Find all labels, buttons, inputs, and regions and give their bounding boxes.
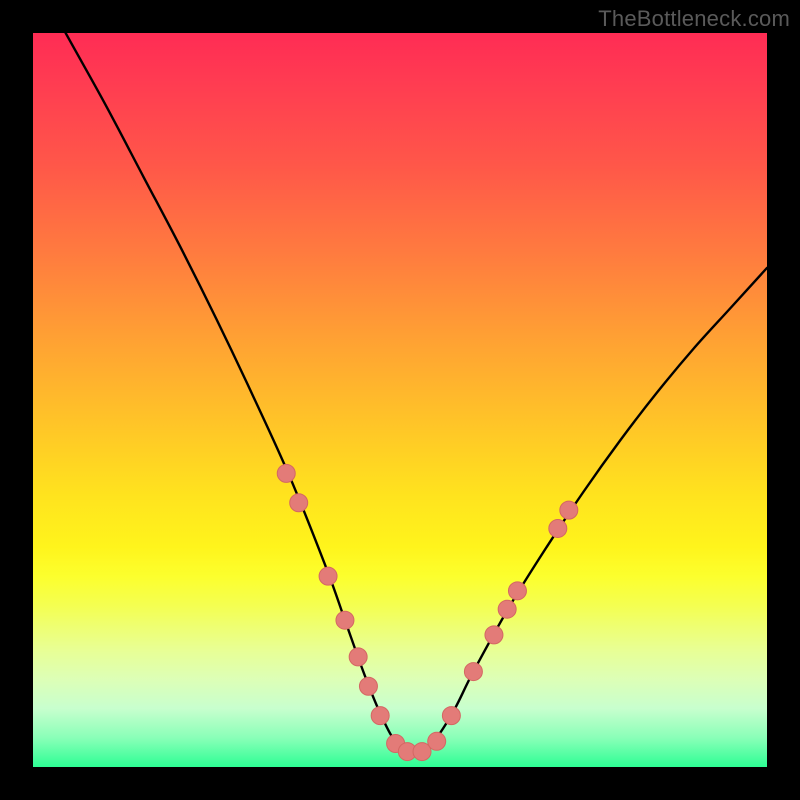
curve-marker xyxy=(485,626,503,644)
curve-marker xyxy=(277,464,295,482)
bottleneck-curve-path xyxy=(33,0,767,754)
curve-marker xyxy=(549,519,567,537)
curve-marker xyxy=(319,567,337,585)
curve-marker xyxy=(498,600,516,618)
curve-marker xyxy=(442,707,460,725)
curve-marker xyxy=(560,501,578,519)
marker-layer xyxy=(277,464,578,760)
curve-marker xyxy=(428,732,446,750)
chart-stage: TheBottleneck.com xyxy=(0,0,800,800)
curve-svg xyxy=(33,33,767,767)
curve-marker xyxy=(290,494,308,512)
curve-marker xyxy=(349,648,367,666)
curve-marker xyxy=(508,582,526,600)
curve-marker xyxy=(371,707,389,725)
curve-marker xyxy=(359,677,377,695)
curve-marker xyxy=(464,663,482,681)
curve-marker xyxy=(336,611,354,629)
plot-area xyxy=(33,33,767,767)
watermark-text: TheBottleneck.com xyxy=(598,6,790,32)
